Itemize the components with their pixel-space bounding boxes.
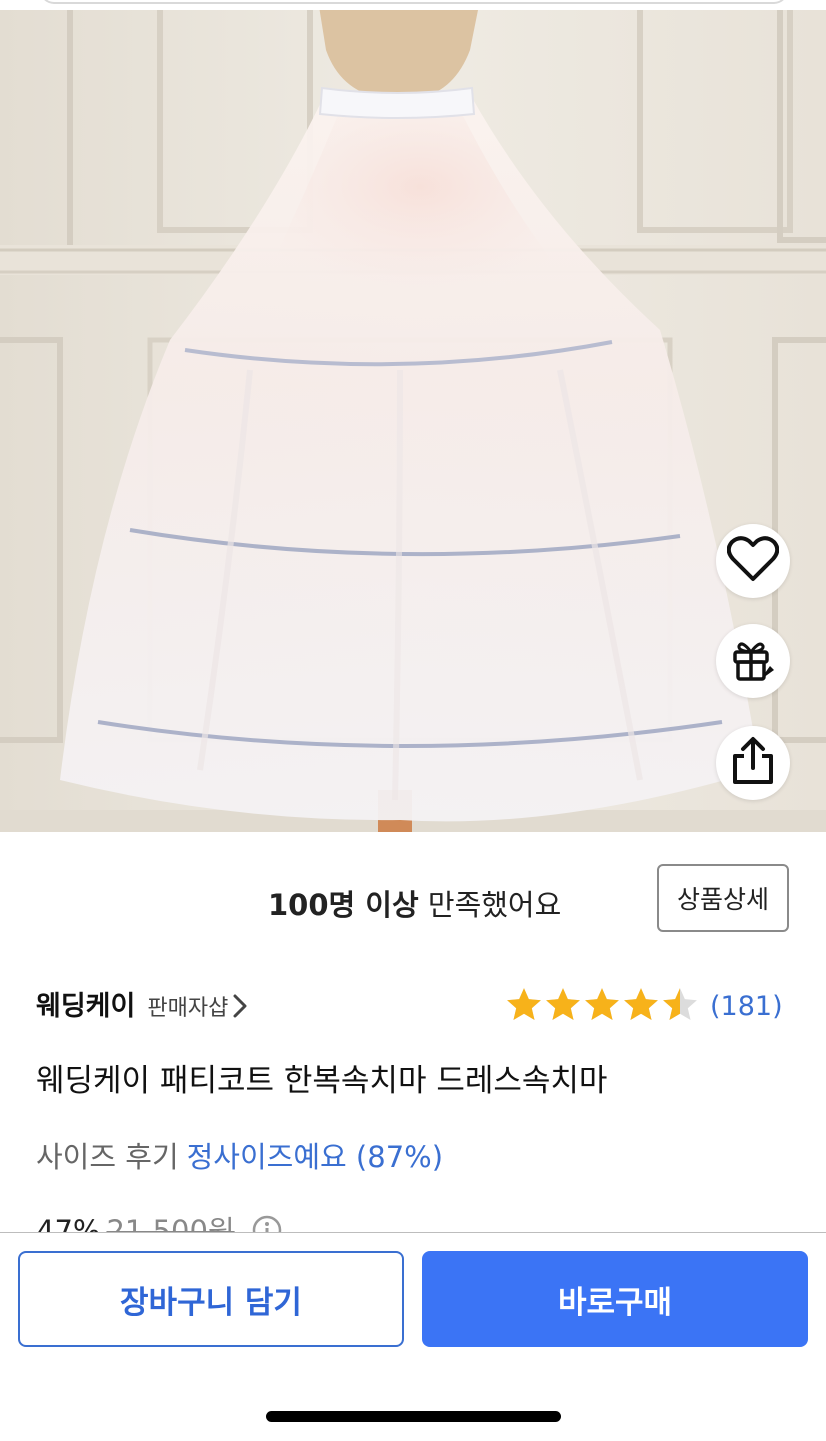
info-icon[interactable] bbox=[252, 1215, 282, 1232]
rating[interactable]: (181) bbox=[505, 985, 783, 1027]
share-button[interactable] bbox=[716, 726, 790, 800]
top-bar-edge bbox=[40, 0, 788, 4]
satisfaction-text: 만족했어요 bbox=[418, 888, 562, 922]
star-icon bbox=[624, 988, 658, 1021]
seller-name[interactable]: 웨딩케이 bbox=[36, 984, 135, 1023]
product-detail-button[interactable]: 상품상세 bbox=[657, 864, 789, 932]
satisfaction-highlight: 100명 이상 bbox=[268, 888, 419, 922]
size-review[interactable]: 사이즈 후기 정사이즈예요 (87%) bbox=[36, 1134, 443, 1176]
add-to-cart-button[interactable]: 장바구니 담기 bbox=[18, 1251, 404, 1347]
original-price: 21,500원 bbox=[106, 1214, 235, 1232]
price-row: 47% 21,500원 bbox=[36, 1208, 282, 1232]
seller-shop-link[interactable]: 판매자샵 bbox=[147, 990, 228, 1022]
seller-row: 웨딩케이 판매자샵 bbox=[36, 984, 248, 1028]
star-icon bbox=[546, 988, 580, 1021]
star-icon bbox=[663, 988, 697, 1021]
star-icon bbox=[585, 988, 619, 1021]
share-icon bbox=[729, 736, 777, 790]
home-indicator[interactable] bbox=[266, 1411, 561, 1422]
review-count[interactable]: (181) bbox=[710, 991, 783, 1022]
heart-icon bbox=[726, 536, 780, 586]
star-rating bbox=[505, 986, 700, 1026]
size-review-label: 사이즈 후기 bbox=[36, 1140, 179, 1174]
product-title: 웨딩케이 패티코트 한복속치마 드레스속치마 bbox=[36, 1063, 608, 1099]
wishlist-button[interactable] bbox=[716, 524, 790, 598]
discount-rate: 47% bbox=[36, 1214, 101, 1232]
gift-button[interactable] bbox=[716, 624, 790, 698]
star-icon bbox=[507, 988, 541, 1021]
gift-icon bbox=[730, 636, 776, 686]
product-image[interactable] bbox=[0, 10, 826, 832]
size-review-value[interactable]: 정사이즈예요 (87%) bbox=[187, 1140, 443, 1174]
chevron-right-icon[interactable] bbox=[232, 993, 248, 1023]
bottom-action-bar: 장바구니 담기 바로구매 bbox=[0, 1232, 826, 1441]
buy-now-button[interactable]: 바로구매 bbox=[422, 1251, 808, 1347]
